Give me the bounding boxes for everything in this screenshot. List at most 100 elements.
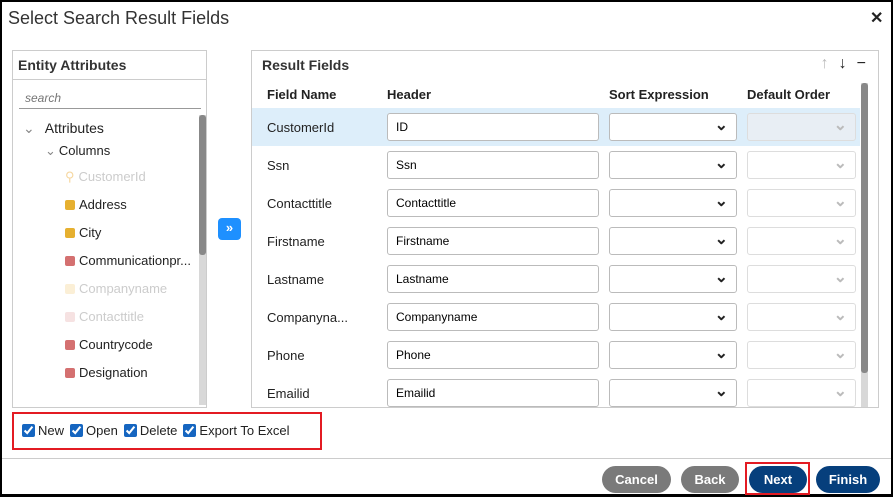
add-fields-button[interactable]: » xyxy=(218,218,241,240)
tree-item[interactable]: Address xyxy=(65,197,127,212)
option-new[interactable]: New xyxy=(22,423,64,438)
tree-item[interactable]: Contacttitle xyxy=(65,309,144,324)
option-open[interactable]: Open xyxy=(70,423,118,438)
default-order-select[interactable] xyxy=(747,265,856,293)
default-order-select[interactable] xyxy=(747,227,856,255)
header-input[interactable] xyxy=(387,227,599,255)
option-export-to-excel[interactable]: Export To Excel xyxy=(183,423,290,438)
header-input[interactable] xyxy=(387,303,599,331)
field-name: Firstname xyxy=(267,234,325,249)
option-label: Open xyxy=(86,423,118,438)
tree-item[interactable]: Communicationpr... xyxy=(65,253,191,268)
attribute-color-icon xyxy=(65,200,75,210)
table-row[interactable]: Emailid xyxy=(252,374,860,407)
attribute-color-icon xyxy=(65,312,75,322)
tree-item-label: Contacttitle xyxy=(79,309,145,324)
sort-expression-select[interactable] xyxy=(609,227,737,255)
sort-expression-select[interactable] xyxy=(609,189,737,217)
header-input[interactable] xyxy=(387,189,599,217)
table-row[interactable]: Ssn xyxy=(252,146,860,184)
field-name: CustomerId xyxy=(267,120,335,135)
default-order-select[interactable] xyxy=(747,113,856,141)
chevron-down-icon[interactable]: ⌄ xyxy=(45,143,56,158)
tree-node-attributes[interactable]: ⌄ Attributes xyxy=(23,120,104,137)
result-fields-header: Result Fields xyxy=(262,57,350,73)
tree-item-label: Communicationpr... xyxy=(79,253,191,268)
default-order-select[interactable] xyxy=(747,303,856,331)
table-row[interactable]: Firstname xyxy=(252,222,860,260)
table-row[interactable]: Lastname xyxy=(252,260,860,298)
table-row[interactable]: Phone xyxy=(252,336,860,374)
field-name: Contacttitle xyxy=(267,196,333,211)
tree-item[interactable]: ⚲ CustomerId xyxy=(65,169,146,185)
tree-item[interactable]: Companyname xyxy=(65,281,167,296)
sort-expression-select[interactable] xyxy=(609,379,737,407)
sort-expression-select[interactable] xyxy=(609,151,737,179)
option-label: Delete xyxy=(139,423,178,438)
attribute-color-icon xyxy=(65,256,75,266)
default-order-select[interactable] xyxy=(747,379,856,407)
cancel-button[interactable]: Cancel xyxy=(602,466,671,493)
sort-expression-select[interactable] xyxy=(609,265,737,293)
table-row[interactable]: Contacttitle xyxy=(252,184,860,222)
tree-scrollbar[interactable] xyxy=(199,115,206,405)
checkbox[interactable] xyxy=(70,424,84,437)
result-scrollbar[interactable] xyxy=(861,83,868,407)
result-fields-panel: Result Fields ↑ ↓ − Field Name Header Sort… xyxy=(251,50,879,408)
dialog-title: Select Search Result Fields xyxy=(8,8,230,28)
sort-expression-select[interactable] xyxy=(609,303,737,331)
options-checkboxes: New Open Delete Export To Excel xyxy=(12,412,322,450)
attribute-color-icon xyxy=(65,340,75,350)
finish-button[interactable]: Finish xyxy=(816,466,880,493)
checkbox[interactable] xyxy=(183,424,197,437)
header-input[interactable] xyxy=(387,151,599,179)
header-input[interactable] xyxy=(387,265,599,293)
close-icon[interactable]: ✕ xyxy=(870,8,883,28)
tree-item[interactable]: Countrycode xyxy=(65,337,153,352)
sort-expression-select[interactable] xyxy=(609,341,737,369)
checkbox[interactable] xyxy=(123,424,137,437)
default-order-select[interactable] xyxy=(747,341,856,369)
field-name: Emailid xyxy=(267,386,310,401)
attribute-color-icon xyxy=(65,368,75,378)
header-input[interactable] xyxy=(387,341,599,369)
tree-item-label: Designation xyxy=(79,365,148,380)
search-input[interactable] xyxy=(19,87,201,109)
option-label: Export To Excel xyxy=(199,423,290,438)
entity-attributes-header: Entity Attributes xyxy=(13,51,206,80)
key-icon: ⚲ xyxy=(65,169,75,184)
arrow-down-icon[interactable]: ↓ xyxy=(839,55,847,72)
tree-item-label: Companyname xyxy=(79,281,168,296)
arrow-up-icon[interactable]: ↑ xyxy=(821,55,829,72)
checkbox[interactable] xyxy=(22,424,35,437)
option-label: New xyxy=(38,423,65,438)
next-button[interactable]: Next xyxy=(749,466,807,493)
attribute-color-icon xyxy=(65,228,75,238)
header-input[interactable] xyxy=(387,113,599,141)
column-header-default-order: Default Order xyxy=(747,87,831,102)
default-order-select[interactable] xyxy=(747,189,856,217)
table-row[interactable]: Companyna... xyxy=(252,298,860,336)
chevron-down-icon[interactable]: ⌄ xyxy=(23,120,35,136)
tree-node-columns[interactable]: ⌄ Columns xyxy=(45,143,110,159)
back-button[interactable]: Back xyxy=(681,466,739,493)
option-delete[interactable]: Delete xyxy=(123,423,178,438)
tree-item-label: City xyxy=(79,225,102,240)
tree-item-label: Address xyxy=(79,197,127,212)
default-order-select[interactable] xyxy=(747,151,856,179)
minus-icon[interactable]: − xyxy=(857,55,866,72)
tree-item-label: CustomerId xyxy=(78,169,146,184)
tree-item[interactable]: City xyxy=(65,225,101,240)
double-chevron-right-icon: » xyxy=(225,220,234,235)
field-name: Ssn xyxy=(267,158,290,173)
attribute-color-icon xyxy=(65,284,75,294)
footer-divider xyxy=(2,458,891,459)
table-row[interactable]: CustomerId xyxy=(252,108,860,146)
tree-item-label: Countrycode xyxy=(79,337,153,352)
header-input[interactable] xyxy=(387,379,599,407)
column-header-field-name: Field Name xyxy=(267,87,337,102)
sort-expression-select[interactable] xyxy=(609,113,737,141)
tree-item[interactable]: Designation xyxy=(65,365,148,380)
column-header-sort-expression: Sort Expression xyxy=(609,87,709,102)
field-name: Phone xyxy=(267,348,305,363)
